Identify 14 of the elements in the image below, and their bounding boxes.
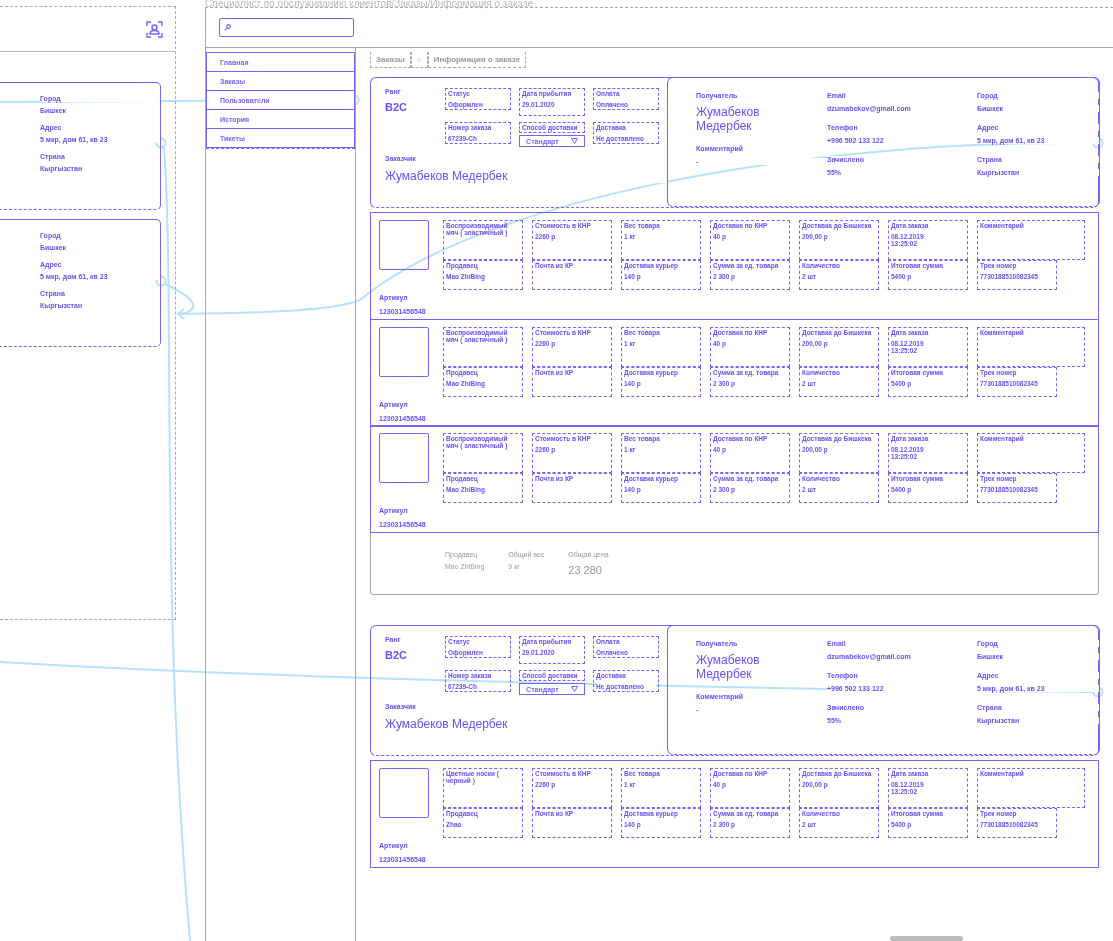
scrollbar-thumb[interactable] xyxy=(890,936,963,941)
photo-placeholder xyxy=(379,220,429,270)
photo-placeholder xyxy=(379,768,429,818)
photo-placeholder xyxy=(379,433,429,483)
caret-icon xyxy=(570,138,578,144)
breadcrumb[interactable]: ○ xyxy=(410,52,428,68)
user-scan-icon[interactable] xyxy=(146,20,163,38)
breadcrumb[interactable]: Заказы xyxy=(370,52,411,68)
photo-placeholder xyxy=(379,326,429,377)
customer-name: Жумабеков Медербек xyxy=(385,169,667,183)
search-icon xyxy=(224,24,231,31)
search-field[interactable] xyxy=(219,18,354,37)
caret-icon xyxy=(570,686,578,692)
breadcrumb[interactable]: Информация о заказе xyxy=(427,52,527,68)
